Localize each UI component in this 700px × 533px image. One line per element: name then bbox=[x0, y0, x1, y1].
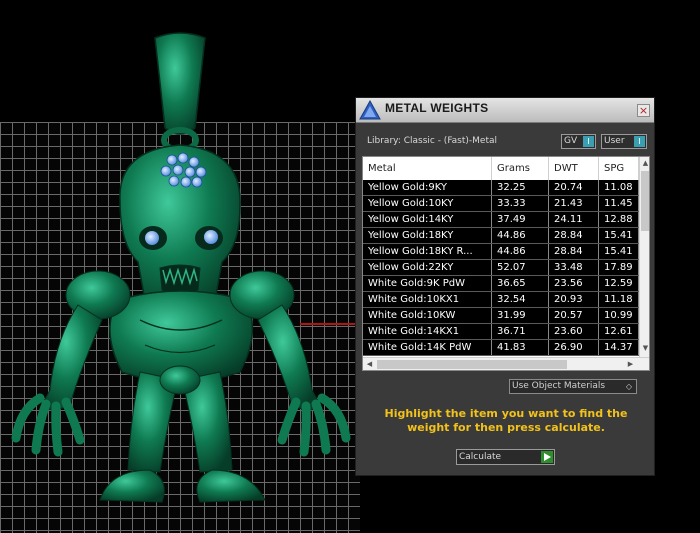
table-cell: Yellow Gold:10KY bbox=[363, 196, 492, 211]
scroll-up-icon[interactable]: ▲ bbox=[640, 158, 649, 169]
table-cell: 12.88 bbox=[599, 212, 639, 227]
table-cell: 15.41 bbox=[599, 244, 639, 259]
calculate-button[interactable]: Calculate bbox=[456, 449, 555, 465]
table-cell: White Gold:9K PdW bbox=[363, 276, 492, 291]
table-cell: White Gold:10KX1 bbox=[363, 292, 492, 307]
table-cell: 33.48 bbox=[549, 260, 599, 275]
scroll-right-icon[interactable]: ▶ bbox=[625, 358, 636, 370]
table-cell: 15.41 bbox=[599, 228, 639, 243]
vertical-scroll-thumb[interactable] bbox=[641, 171, 649, 231]
column-header-spg[interactable]: SPG bbox=[599, 157, 639, 180]
horizontal-scroll-thumb[interactable] bbox=[377, 360, 567, 369]
calculate-label: Calculate bbox=[459, 452, 502, 462]
chevron-down-icon: ◇ bbox=[625, 382, 633, 391]
table-cell: 26.90 bbox=[549, 340, 599, 355]
table-row[interactable]: White Gold:10KW 31.99 20.57 10.99 bbox=[363, 308, 639, 324]
table-row[interactable]: Yellow Gold:14KY 37.49 24.11 12.88 bbox=[363, 212, 639, 228]
table-cell: 11.08 bbox=[599, 180, 639, 195]
table-row[interactable]: Yellow Gold:18KY R... 44.86 28.84 15.41 bbox=[363, 244, 639, 260]
use-object-materials-select[interactable]: Use Object Materials ◇ bbox=[509, 379, 637, 394]
table-cell: 33.33 bbox=[492, 196, 549, 211]
materials-select-value: Use Object Materials bbox=[512, 381, 606, 391]
table-cell: White Gold:14KX1 bbox=[363, 324, 492, 339]
library-label: Library: Classic - (Fast)-Metal bbox=[367, 136, 498, 146]
table-body: Yellow Gold:9KY 32.25 20.74 11.08 Yellow Gol… bbox=[363, 180, 639, 356]
column-header-dwt[interactable]: DWT bbox=[549, 157, 599, 180]
table-header: Metal Grams DWT SPG bbox=[363, 157, 639, 180]
table-row[interactable]: White Gold:14K PdW 41.83 26.90 14.37 bbox=[363, 340, 639, 356]
table-row[interactable]: Yellow Gold:22KY 52.07 33.48 17.89 bbox=[363, 260, 639, 276]
table-cell: 28.84 bbox=[549, 228, 599, 243]
table-cell: 12.59 bbox=[599, 276, 639, 291]
table-cell: White Gold:14K PdW bbox=[363, 340, 492, 355]
horizontal-scrollbar[interactable]: ◀ ▶ bbox=[363, 357, 649, 370]
user-toggle-label: User bbox=[604, 136, 625, 146]
table-cell: 32.25 bbox=[492, 180, 549, 195]
table-cell: 44.86 bbox=[492, 228, 549, 243]
table-cell: Yellow Gold:18KY R... bbox=[363, 244, 492, 259]
table-cell: 14.37 bbox=[599, 340, 639, 355]
table-row[interactable]: White Gold:10KX1 32.54 20.93 11.18 bbox=[363, 292, 639, 308]
table-row[interactable]: Yellow Gold:10KY 33.33 21.43 11.45 bbox=[363, 196, 639, 212]
table-cell: 24.11 bbox=[549, 212, 599, 227]
table-cell: 37.49 bbox=[492, 212, 549, 227]
metal-weights-dialog: METAL WEIGHTS × Library: Classic - (Fast… bbox=[355, 97, 655, 476]
table-cell: 31.99 bbox=[492, 308, 549, 323]
table-cell: Yellow Gold:22KY bbox=[363, 260, 492, 275]
table-cell: 41.83 bbox=[492, 340, 549, 355]
gv-toggle-knob: I bbox=[583, 136, 594, 147]
user-toggle-knob: I bbox=[634, 136, 645, 147]
table-cell: 11.18 bbox=[599, 292, 639, 307]
zombie-pendant-model[interactable] bbox=[0, 0, 360, 533]
table-cell: 36.65 bbox=[492, 276, 549, 291]
close-icon[interactable]: × bbox=[637, 104, 650, 117]
table-cell: Yellow Gold:14KY bbox=[363, 212, 492, 227]
dialog-titlebar[interactable]: METAL WEIGHTS × bbox=[356, 98, 654, 123]
table-cell: 23.56 bbox=[549, 276, 599, 291]
table-row[interactable]: White Gold:9K PdW 36.65 23.56 12.59 bbox=[363, 276, 639, 292]
table-row[interactable]: Yellow Gold:18KY 44.86 28.84 15.41 bbox=[363, 228, 639, 244]
table-row[interactable]: Yellow Gold:9KY 32.25 20.74 11.08 bbox=[363, 180, 639, 196]
table-cell: 20.57 bbox=[549, 308, 599, 323]
dialog-title: METAL WEIGHTS bbox=[385, 101, 489, 115]
table-row[interactable]: White Gold:14KX1 36.71 23.60 12.61 bbox=[363, 324, 639, 340]
table-cell: 21.43 bbox=[549, 196, 599, 211]
table-cell: 36.71 bbox=[492, 324, 549, 339]
table-cell: 11.45 bbox=[599, 196, 639, 211]
table-cell: 20.74 bbox=[549, 180, 599, 195]
table-cell: 28.84 bbox=[549, 244, 599, 259]
table-cell: Yellow Gold:18KY bbox=[363, 228, 492, 243]
table-cell: 32.54 bbox=[492, 292, 549, 307]
table-cell: 52.07 bbox=[492, 260, 549, 275]
table-cell: 44.86 bbox=[492, 244, 549, 259]
table-cell: 20.93 bbox=[549, 292, 599, 307]
play-arrow-icon bbox=[541, 451, 553, 463]
scroll-left-icon[interactable]: ◀ bbox=[364, 358, 375, 370]
table-cell: 23.60 bbox=[549, 324, 599, 339]
scroll-down-icon[interactable]: ▼ bbox=[640, 343, 649, 354]
column-header-metal[interactable]: Metal bbox=[363, 157, 492, 180]
table-cell: White Gold:10KW bbox=[363, 308, 492, 323]
column-header-grams[interactable]: Grams bbox=[492, 157, 549, 180]
table-cell: Yellow Gold:9KY bbox=[363, 180, 492, 195]
user-toggle[interactable]: User I bbox=[601, 134, 647, 149]
gv-toggle[interactable]: GV I bbox=[561, 134, 596, 149]
instruction-text: Highlight the item you want to find the … bbox=[384, 407, 628, 434]
table-cell: 12.61 bbox=[599, 324, 639, 339]
table-cell: 17.89 bbox=[599, 260, 639, 275]
table-cell: 10.99 bbox=[599, 308, 639, 323]
app-logo-icon bbox=[359, 100, 381, 120]
gv-toggle-label: GV bbox=[564, 136, 578, 146]
vertical-scrollbar[interactable]: ▲ ▼ bbox=[639, 157, 649, 357]
metal-table[interactable]: Metal Grams DWT SPG Yellow Gold:9KY 32.25… bbox=[362, 156, 650, 371]
